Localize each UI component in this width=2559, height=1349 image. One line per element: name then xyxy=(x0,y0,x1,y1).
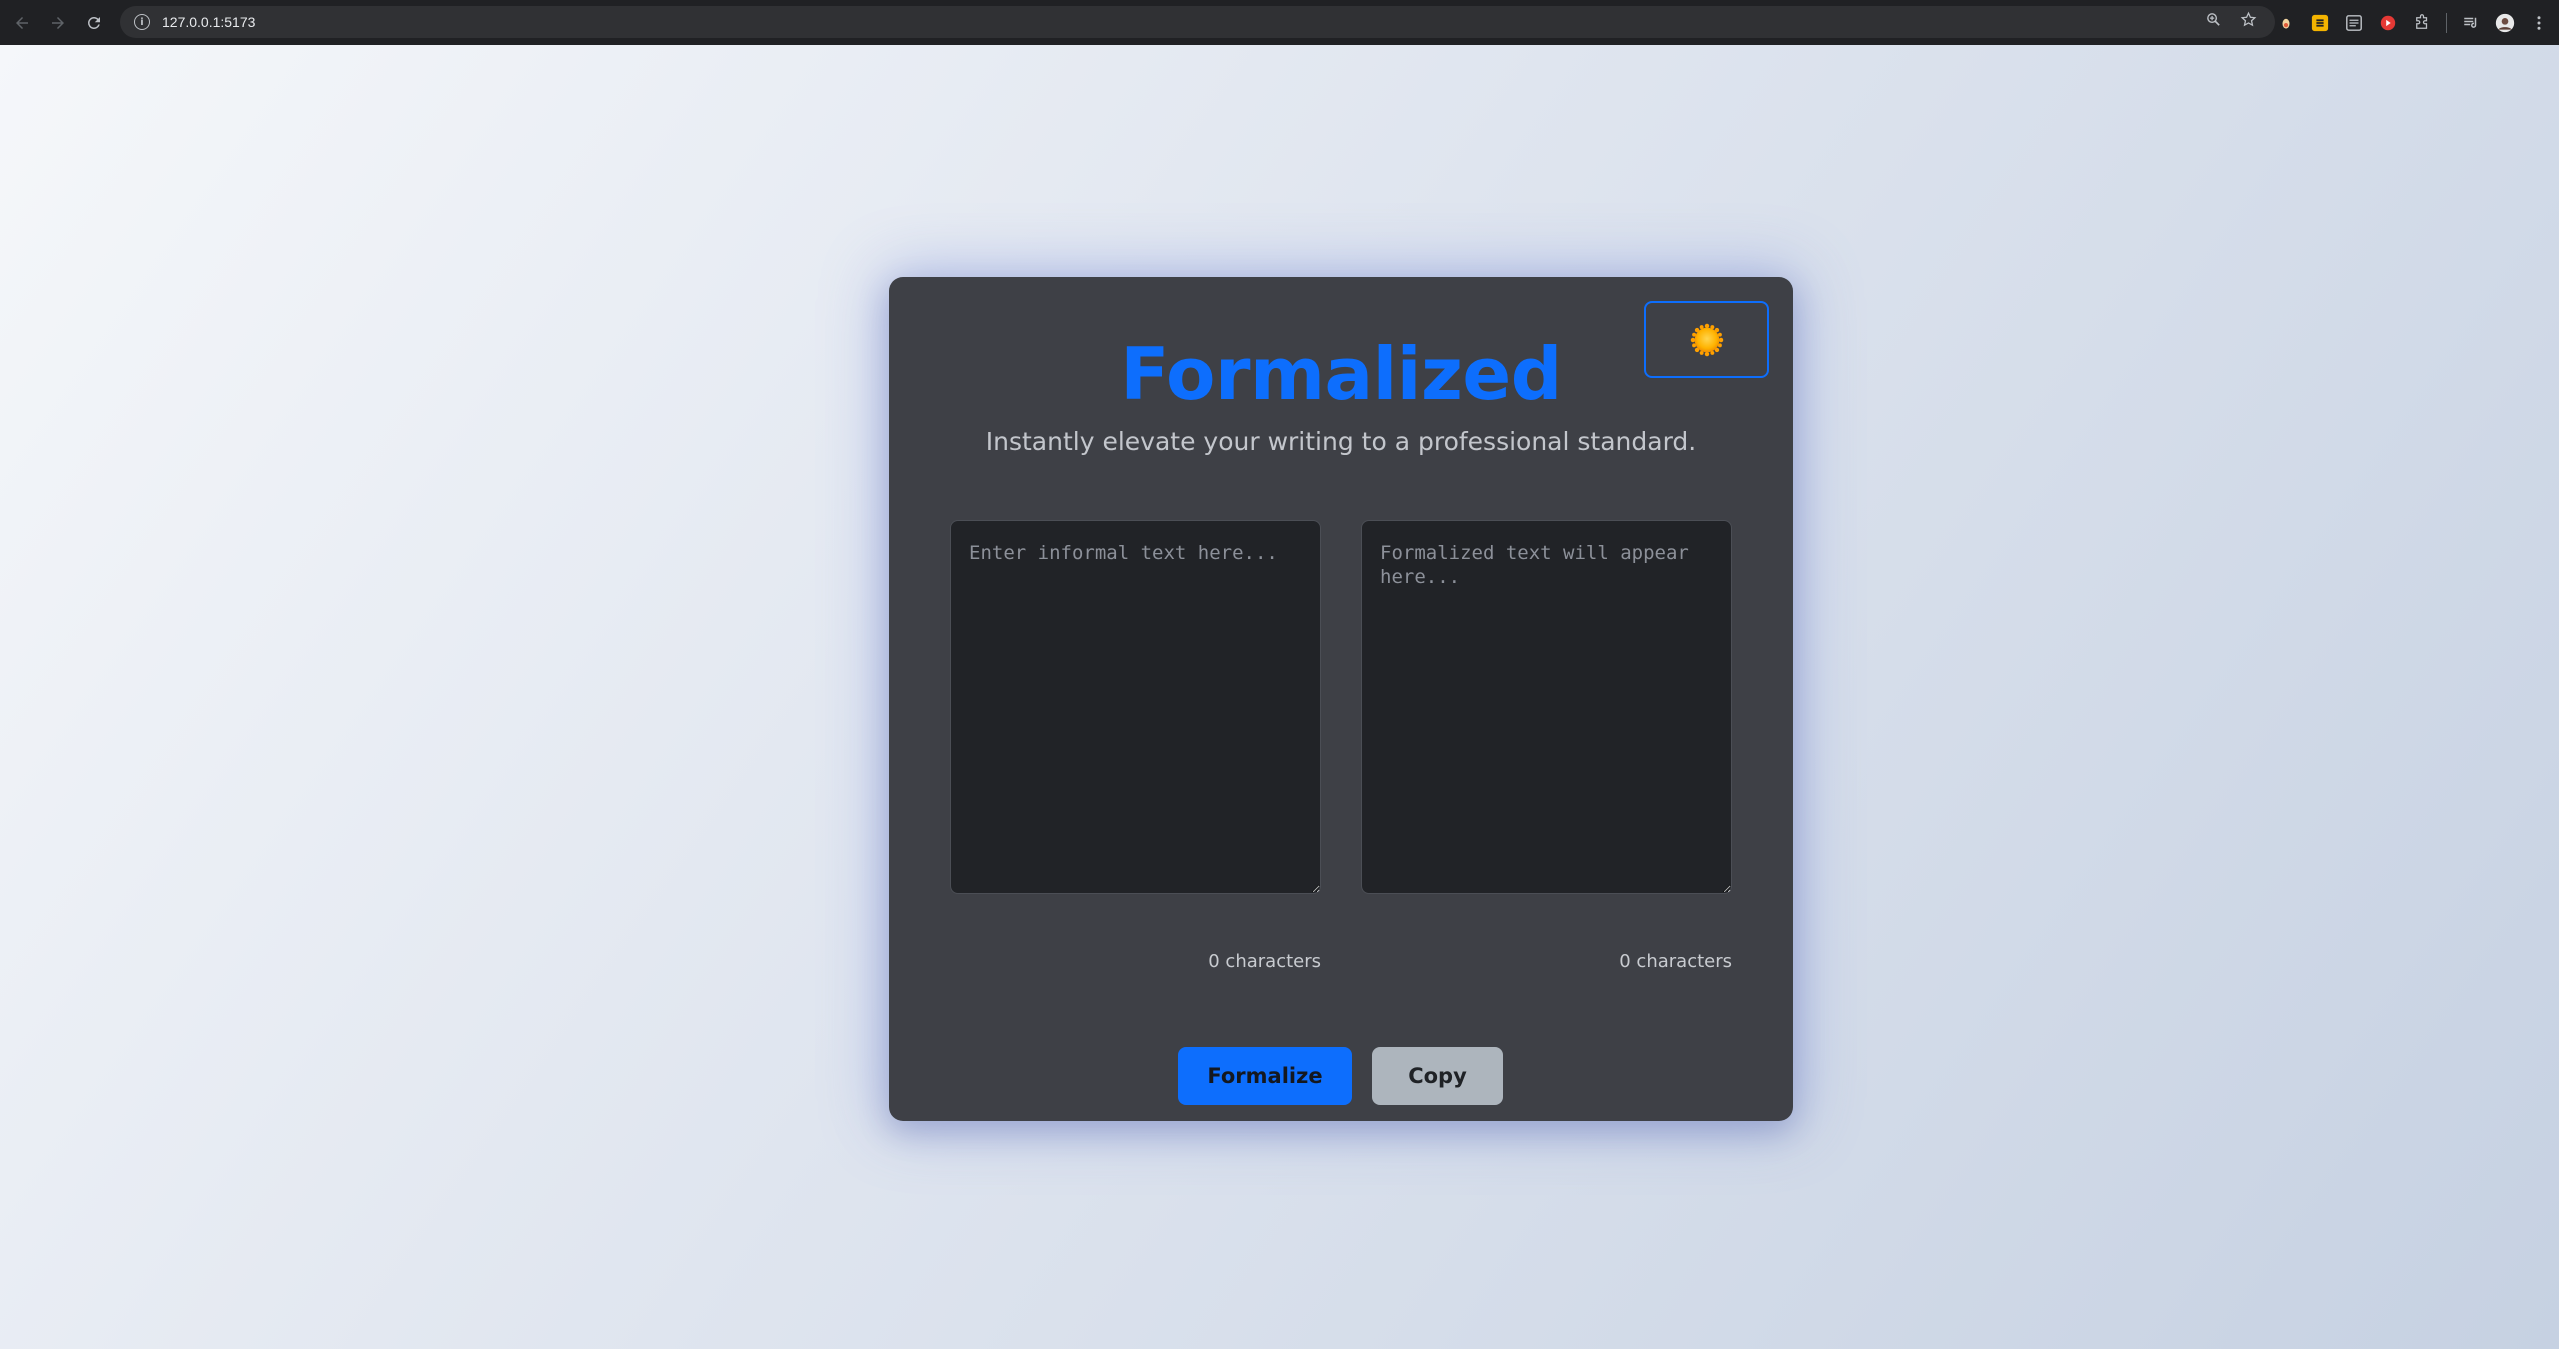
url-text: 127.0.0.1:5173 xyxy=(162,14,256,30)
profile-avatar[interactable] xyxy=(2495,13,2515,33)
zoom-icon[interactable] xyxy=(2205,11,2222,33)
address-bar[interactable]: i 127.0.0.1:5173 xyxy=(120,6,2275,38)
forward-icon[interactable] xyxy=(40,5,76,41)
extension-3-icon[interactable] xyxy=(2344,13,2364,33)
informal-text-input[interactable] xyxy=(950,520,1321,894)
extensions-puzzle-icon[interactable] xyxy=(2412,13,2432,33)
formalize-button[interactable]: Formalize xyxy=(1178,1047,1352,1105)
app-subtitle: Instantly elevate your writing to a prof… xyxy=(985,427,1697,456)
app-title: Formalized xyxy=(1120,332,1562,416)
bookmark-star-icon[interactable] xyxy=(2240,11,2257,33)
extension-4-icon[interactable] xyxy=(2378,13,2398,33)
back-icon[interactable] xyxy=(4,5,40,41)
copy-button[interactable]: Copy xyxy=(1372,1047,1503,1105)
extension-2-icon[interactable] xyxy=(2310,13,2330,33)
formalizer-card: Formalized Instantly elevate your writin… xyxy=(889,277,1793,1121)
more-menu-icon[interactable] xyxy=(2529,13,2549,33)
page-background: Formalized Instantly elevate your writin… xyxy=(0,45,2559,1349)
media-controls-icon[interactable] xyxy=(2461,13,2481,33)
extension-1-icon[interactable] xyxy=(2276,13,2296,33)
reload-icon[interactable] xyxy=(76,5,112,41)
formalized-text-output[interactable] xyxy=(1361,520,1732,894)
input-char-count: 0 characters xyxy=(1208,951,1321,972)
output-char-count: 0 characters xyxy=(1619,951,1732,972)
browser-toolbar: i 127.0.0.1:5173 xyxy=(0,0,2559,45)
site-info-icon[interactable]: i xyxy=(134,14,150,30)
toolbar-divider xyxy=(2446,12,2447,33)
